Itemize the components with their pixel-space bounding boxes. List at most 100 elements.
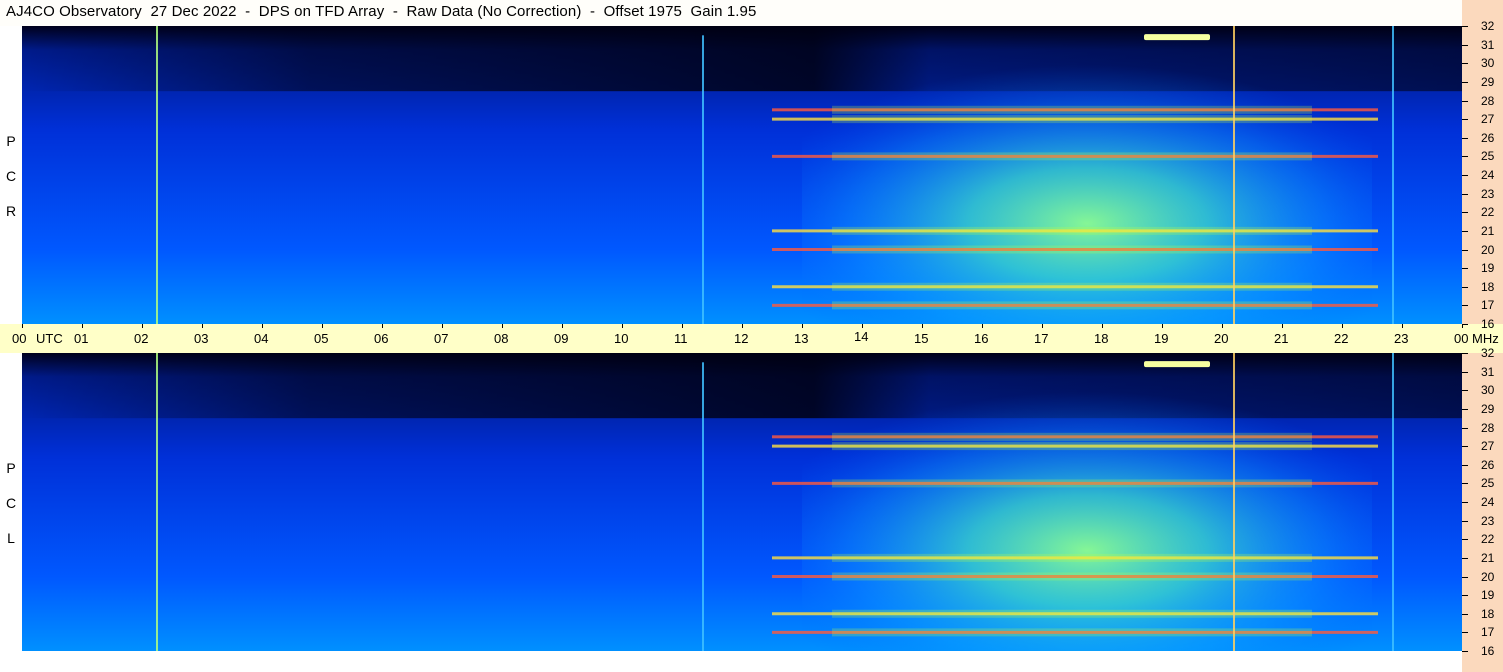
frequency-tick-mark (1462, 464, 1468, 466)
frequency-tick-label: 21 (1481, 550, 1495, 565)
frequency-tick-mark (1462, 100, 1468, 102)
frequency-tick-mark (1462, 632, 1468, 634)
frequency-tick-mark (1462, 576, 1468, 578)
rcp-spectrogram (22, 26, 1462, 324)
frequency-tick-mark (1462, 249, 1468, 251)
frequency-tick-mark (1462, 137, 1468, 139)
frequency-tick-label: 30 (1481, 56, 1495, 71)
time-unit-label: UTC (36, 331, 63, 346)
interference-haze (832, 572, 1312, 581)
frequency-tick-label: 19 (1481, 261, 1495, 276)
frequency-tick-mark (1462, 81, 1468, 83)
time-tick-label: 23 (1394, 331, 1409, 346)
frequency-tick-mark (1462, 651, 1468, 652)
time-tick-mark (742, 324, 743, 328)
time-tick-label: 00 (12, 331, 27, 346)
frequency-tick-mark (1462, 119, 1468, 121)
frequency-tick-mark (1462, 212, 1468, 214)
time-tick-label: 18 (1094, 331, 1109, 346)
interference-haze (832, 553, 1312, 562)
frequency-tick-label: 22 (1481, 205, 1495, 220)
frequency-tick-mark (1462, 305, 1468, 307)
frequency-tick-label: 25 (1481, 476, 1495, 491)
frequency-tick-label: 32 (1481, 19, 1495, 33)
frequency-tick-mark (1462, 446, 1468, 448)
time-tick-mark (1402, 324, 1403, 328)
frequency-tick-label: 16 (1481, 644, 1495, 658)
frequency-tick-mark (1462, 268, 1468, 270)
rcp-letter-1: P (6, 133, 16, 149)
vertical-interference-line (1233, 26, 1235, 324)
frequency-tick-label: 26 (1481, 130, 1495, 145)
frequency-tick-label: 31 (1481, 364, 1495, 379)
chart-title: AJ4CO Observatory 27 Dec 2022 - DPS on T… (6, 3, 757, 20)
time-tick-label: 02 (134, 331, 149, 346)
frequency-tick-mark (1462, 613, 1468, 615)
interference-haze (832, 301, 1312, 310)
frequency-tick-mark (1462, 353, 1468, 354)
time-tick-mark (1222, 324, 1223, 328)
frequency-tick-mark (1462, 286, 1468, 288)
time-tick-mark (142, 324, 143, 328)
time-tick-mark (922, 324, 923, 328)
time-tick-mark (382, 324, 383, 328)
frequency-tick-label: 25 (1481, 149, 1495, 164)
interference-haze (832, 432, 1312, 441)
frequency-tick-mark (1462, 26, 1468, 27)
frequency-tick-label: 17 (1481, 625, 1495, 640)
vertical-interference-line (1392, 353, 1394, 651)
frequency-tick-mark (1462, 427, 1468, 429)
frequency-tick-mark (1462, 483, 1468, 485)
time-tick-label: 09 (554, 331, 569, 346)
time-tick-label: 20 (1214, 331, 1229, 346)
frequency-tick-label: 21 (1481, 223, 1495, 238)
frequency-tick-mark (1462, 371, 1468, 373)
frequency-tick-label: 27 (1481, 439, 1495, 454)
frequency-tick-mark (1462, 156, 1468, 158)
frequency-tick-label: 31 (1481, 37, 1495, 52)
frequency-tick-mark (1462, 390, 1468, 392)
frequency-tick-mark (1462, 520, 1468, 522)
time-tick-mark (322, 324, 323, 328)
frequency-tick-label: 24 (1481, 168, 1495, 182)
frequency-tick-label: 30 (1481, 383, 1495, 398)
vertical-interference-line (156, 26, 158, 324)
frequency-tick-label: 16 (1481, 317, 1495, 331)
burst-marker (1144, 361, 1210, 368)
lcp-spectrogram-canvas (22, 353, 1462, 651)
frequency-tick-label: 18 (1481, 279, 1495, 294)
frequency-tick-label: 17 (1481, 298, 1495, 313)
interference-haze (832, 115, 1312, 124)
frequency-tick-mark (1462, 408, 1468, 410)
frequency-tick-label: 18 (1481, 606, 1495, 621)
frequency-tick-label: 28 (1481, 420, 1495, 435)
interference-haze (832, 282, 1312, 291)
frequency-tick-mark (1462, 557, 1468, 559)
time-tick-mark (82, 324, 83, 328)
time-tick-mark (22, 324, 23, 328)
time-tick-label: 04 (254, 331, 269, 346)
time-tick-mark (682, 324, 683, 328)
vertical-interference-line (1392, 26, 1394, 324)
time-tick-label: 13 (794, 331, 809, 346)
time-tick-mark (442, 324, 443, 328)
time-tick-label: 03 (194, 331, 209, 346)
frequency-tick-label: 19 (1481, 588, 1495, 603)
time-tick-label: 15 (914, 331, 929, 346)
frequency-tick-label: 20 (1481, 569, 1495, 584)
time-tick-label: 16 (974, 331, 989, 346)
time-tick-mark (1282, 324, 1283, 328)
lcp-spectrogram (22, 353, 1462, 651)
frequency-tick-mark (1462, 44, 1468, 46)
frequency-tick-label: 22 (1481, 532, 1495, 547)
lcp-letter-2: C (5, 495, 17, 511)
frequency-tick-mark (1462, 230, 1468, 232)
frequency-tick-label: 26 (1481, 457, 1495, 472)
time-tick-label: 11 (674, 331, 688, 346)
frequency-tick-mark (1462, 63, 1468, 65)
frequency-tick-label: 29 (1481, 74, 1495, 89)
rcp-spectrogram-canvas (22, 26, 1462, 324)
lcp-letter-3: L (7, 530, 15, 546)
time-tick-label: 21 (1274, 331, 1289, 346)
time-tick-label: 19 (1154, 331, 1169, 346)
